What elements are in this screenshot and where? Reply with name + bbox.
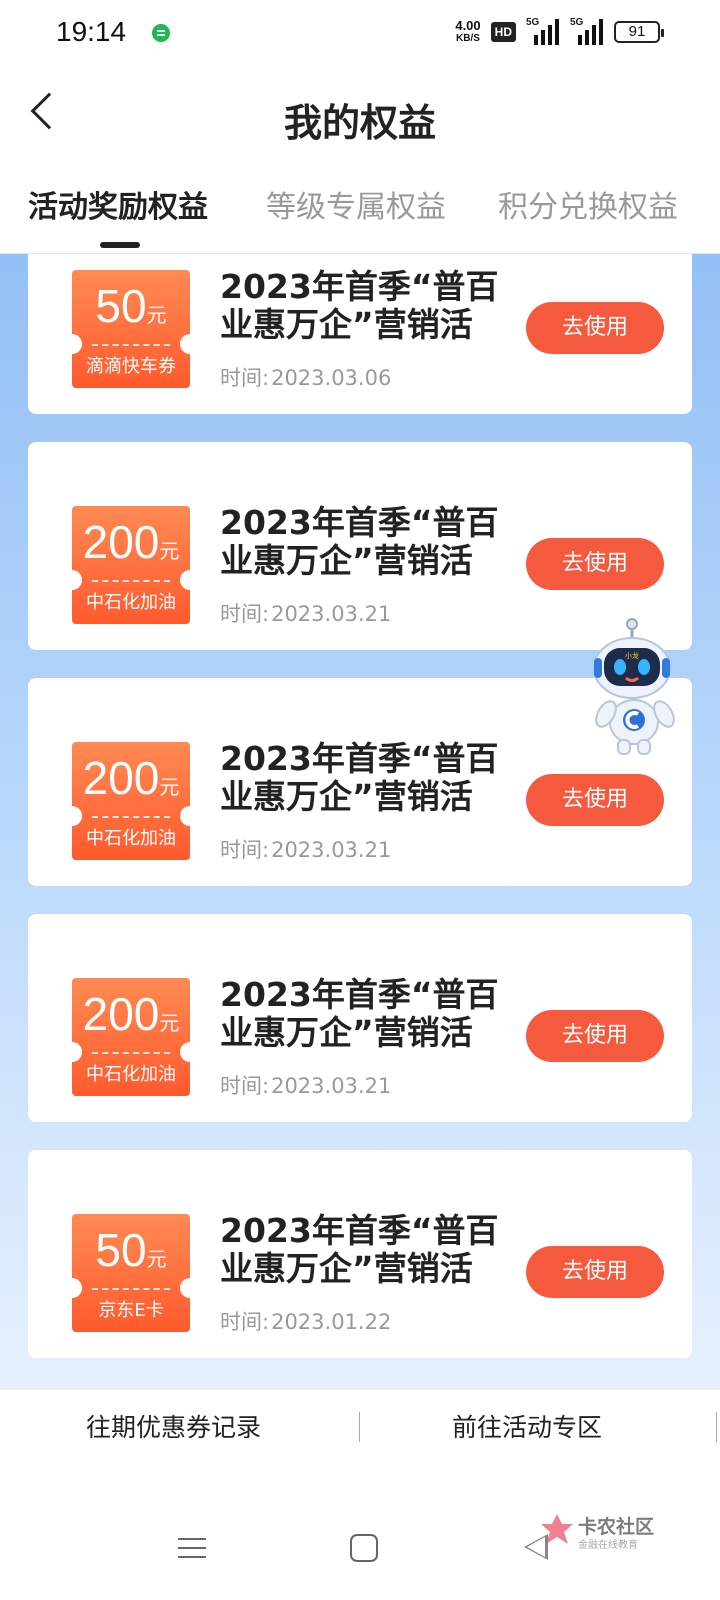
coupon-date-row: 时间:2023.03.21 [220,834,391,864]
coupon-amount: 200 [82,752,160,804]
tab-activity-rewards[interactable]: 活动奖励权益 [28,182,208,226]
coupon-card: 50元 滴滴快车券 2023年首季“普百业惠万企”营销活动-... 时间:202… [28,254,692,414]
page-title: 我的权益 [283,101,436,145]
hd-voice-icon: HD [490,22,516,42]
watermark-logo: 卡农社区 金融在线教育 [540,1512,670,1556]
coupon-unit: 元 [146,1247,167,1271]
activity-zone-link[interactable]: 前往活动专区 [452,1408,602,1444]
signal-1-label: 5G [526,17,540,28]
app-header: 我的权益 [0,64,720,164]
signal-2-label: 5G [570,17,584,28]
tab-level-exclusive[interactable]: 等级专属权益 [266,182,446,226]
divider [359,1412,360,1442]
coupon-date-row: 时间:2023.03.21 [220,598,391,628]
coupon-date-row: 时间:2023.03.06 [220,362,391,392]
coupon-date: 2023.03.06 [271,366,392,390]
coupon-amount: 200 [82,516,160,568]
coupon-card: 200元 中石化加油 2023年首季“普百业惠万企”营销活动-... 时间:20… [28,914,692,1122]
coupon-history-link[interactable]: 往期优惠券记录 [86,1408,261,1444]
coupon-title: 2023年首季“普百业惠万企”营销活动-... [220,976,499,1052]
coupon-type: 中石化加油 [86,1064,176,1085]
coupon-date-row: 时间:2023.03.21 [220,1070,391,1100]
use-coupon-button[interactable]: 去使用 [526,302,664,354]
network-speed: 4.00 KB/S [455,19,480,45]
coupon-date-label: 时间: [220,366,270,390]
coupon-type: 中石化加油 [86,592,176,613]
coupon-date-row: 时间:2023.01.22 [220,1306,391,1336]
coupon-date: 2023.03.21 [271,838,392,862]
coupon-date: 2023.03.21 [271,602,392,626]
coupon-date: 2023.01.22 [271,1310,392,1334]
status-time: 19:14 [56,16,127,47]
assistant-robot-icon[interactable]: 小龙 [590,618,690,758]
coupon-badge: 200元 中石化加油 [72,506,190,624]
system-nav-bar: 卡农社区 金融在线教育 [0,1464,720,1600]
use-coupon-button[interactable]: 去使用 [526,1246,664,1298]
coupon-amount: 200 [82,988,160,1040]
coupon-badge: 50元 滴滴快车券 [72,270,190,388]
coupon-amount: 50 [95,1224,147,1276]
message-notification-icon [152,24,170,42]
coupon-unit: 元 [146,303,167,327]
status-icons: 4.00 KB/S HD 5G 5G 91 [455,16,664,48]
signal-strength-icon: 5G [526,17,560,45]
tab-points-exchange[interactable]: 积分兑换权益 [498,182,678,226]
coupon-title: 2023年首季“普百业惠万企”营销活动-... [220,1212,499,1288]
coupon-date-label: 时间: [220,602,270,626]
battery-icon: 91 [614,21,664,43]
bottom-links-bar: 往期优惠券记录 前往活动专区 [0,1390,720,1464]
coupon-amount: 50 [95,280,147,332]
coupon-title: 2023年首季“普百业惠万企”营销活动-... [220,268,499,344]
use-coupon-button[interactable]: 去使用 [526,538,664,590]
watermark-name: 卡农社区 [578,1516,655,1538]
coupon-date-label: 时间: [220,838,270,862]
divider [716,1412,717,1442]
active-tab-indicator [100,242,140,248]
coupon-badge: 200元 中石化加油 [72,742,190,860]
coupon-date-label: 时间: [220,1074,270,1098]
coupon-card: 50元 京东E卡 2023年首季“普百业惠万企”营销活动-... 时间:2023… [28,1150,692,1358]
coupon-type: 滴滴快车券 [86,356,176,377]
coupon-unit: 元 [159,1011,180,1035]
coupon-badge: 200元 中石化加油 [72,978,190,1096]
coupon-title: 2023年首季“普百业惠万企”营销活动-... [220,504,499,580]
coupon-date: 2023.03.21 [271,1074,392,1098]
tab-bar: 活动奖励权益 等级专属权益 积分兑换权益 [0,164,720,254]
coupon-unit: 元 [159,775,180,799]
use-coupon-button[interactable]: 去使用 [526,1010,664,1062]
coupon-list[interactable]: 50元 滴滴快车券 2023年首季“普百业惠万企”营销活动-... 时间:202… [0,254,720,1390]
coupon-badge: 50元 京东E卡 [72,1214,190,1332]
coupon-type: 京东E卡 [98,1300,164,1321]
coupon-title: 2023年首季“普百业惠万企”营销活动-... [220,740,499,816]
status-bar: 19:14 4.00 KB/S HD 5G 5G 91 [0,0,720,64]
recent-apps-icon[interactable] [178,1536,206,1560]
use-coupon-button[interactable]: 去使用 [526,774,664,826]
network-speed-value: 4.00 [455,18,481,33]
mascot-badge: 小龙 [625,651,639,660]
watermark-subtitle: 金融在线教育 [578,1540,638,1551]
signal-strength-icon-2: 5G [570,17,604,45]
coupon-unit: 元 [159,539,180,563]
network-speed-unit: KB/S [456,33,480,44]
coupon-date-label: 时间: [220,1310,270,1334]
home-icon[interactable] [350,1534,378,1562]
coupon-type: 中石化加油 [86,828,176,849]
